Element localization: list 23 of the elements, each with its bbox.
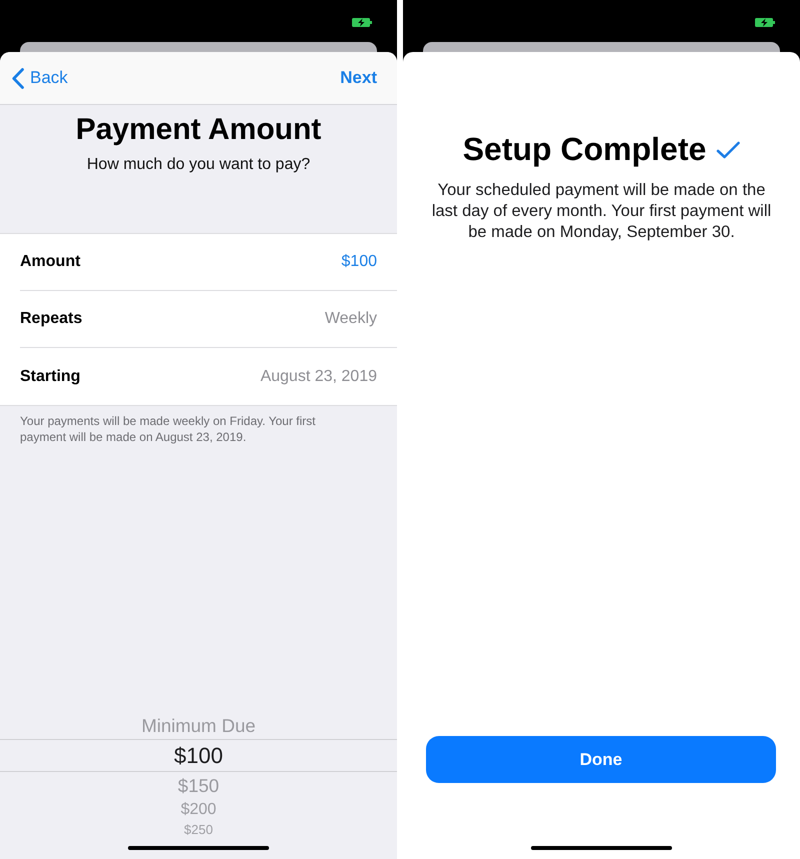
picker-option[interactable]: $150 [0, 772, 397, 799]
confirmation-title: Setup Complete [462, 130, 706, 169]
picker-option[interactable]: $100 [0, 739, 397, 772]
checkmark-icon [716, 140, 740, 158]
battery-charging-icon [755, 18, 775, 27]
picker-option[interactable]: $200 [0, 799, 397, 821]
row-label: Amount [20, 253, 80, 271]
row-value: $100 [341, 253, 377, 271]
row-value: August 23, 2019 [260, 368, 377, 386]
chevron-left-icon [12, 68, 24, 88]
confirmation-message: Your scheduled payment will be made on the last day of every month. Your first payment will be made on Monday, September 30. [430, 180, 772, 243]
back-button[interactable]: Back [12, 68, 68, 88]
done-button[interactable]: Done [426, 736, 776, 783]
page-title: Payment Amount [74, 113, 322, 147]
next-button[interactable]: Next [340, 68, 377, 88]
row-label: Repeats [20, 310, 82, 328]
picker-option[interactable]: Minimum Due [0, 712, 397, 739]
page-subtitle: How much do you want to pay? [86, 155, 312, 175]
picker-option[interactable]: $250 [0, 821, 397, 837]
row-value: Weekly [324, 310, 377, 328]
battery-charging-icon [352, 18, 372, 27]
footnote-text: Your payments will be made weekly on Friday. Your first payment will be made on August 23, 2019. [19, 413, 316, 445]
row-label: Starting [20, 368, 80, 386]
